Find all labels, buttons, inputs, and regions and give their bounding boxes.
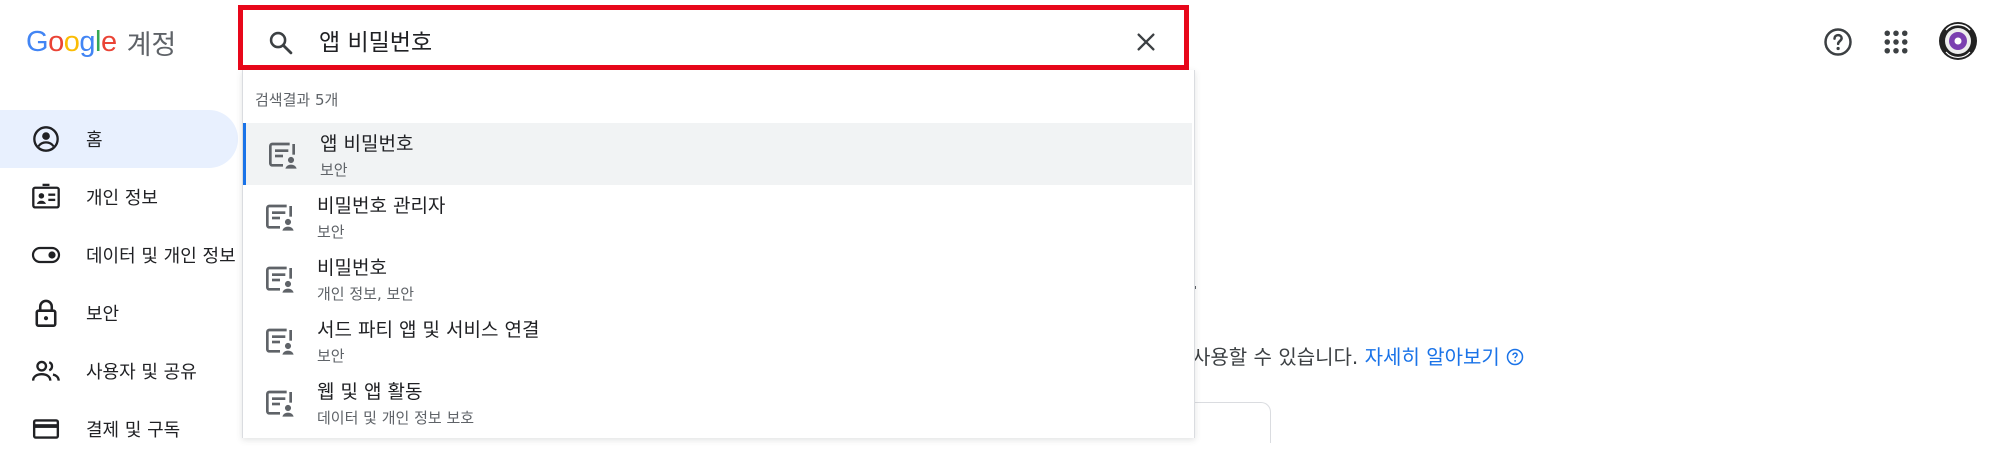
sidebar-item-home[interactable]: 홈 — [0, 110, 238, 168]
sidebar-item-label: 데이터 및 개인 정보 — [86, 246, 236, 267]
help-icon[interactable] — [1823, 27, 1853, 57]
help-outline-icon[interactable] — [1506, 348, 1524, 366]
info-text-body: 사용할 수 있습니다. — [1192, 345, 1359, 369]
clear-search-button[interactable] — [1130, 26, 1162, 58]
result-title: 웹 및 앱 활동 — [317, 381, 423, 403]
sidebar-item-personal-info[interactable]: 개인 정보 — [0, 168, 240, 226]
sidebar-item-label: 홈 — [86, 130, 103, 151]
search-input[interactable] — [319, 24, 1079, 56]
account-circle-icon — [31, 124, 61, 154]
product-name: 계정 — [126, 29, 177, 61]
result-count: 검색결과 5개 — [255, 91, 339, 109]
sidebar-item-data-privacy[interactable]: 데이터 및 개인 정보 — [0, 226, 240, 284]
info-text: 사용할 수 있습니다. 자세히 알아보기 — [1192, 341, 1524, 370]
result-category: 데이터 및 개인 정보 보호 — [317, 409, 475, 427]
search-box[interactable] — [238, 5, 1189, 70]
credit-card-icon — [31, 414, 61, 444]
avatar[interactable] — [1938, 21, 1978, 61]
settings-page-icon — [266, 390, 294, 417]
search-result-item[interactable]: 비밀번호 관리자 보안 — [243, 185, 1192, 247]
google-account-logo[interactable]: Google 계정 — [26, 22, 176, 62]
result-category: 개인 정보, 보안 — [317, 285, 415, 303]
settings-page-icon — [269, 142, 297, 169]
learn-more-link[interactable]: 자세히 알아보기 — [1365, 345, 1500, 369]
settings-page-icon — [266, 328, 294, 355]
people-icon — [31, 356, 61, 386]
sidebar-item-people-sharing[interactable]: 사용자 및 공유 — [0, 342, 240, 400]
lock-icon — [31, 298, 61, 328]
result-category: 보안 — [320, 161, 348, 179]
sidebar-item-security[interactable]: 보안 — [0, 284, 240, 342]
search-result-item[interactable]: 비밀번호 개인 정보, 보안 — [243, 247, 1192, 309]
sidebar-item-label: 결제 및 구독 — [86, 420, 181, 441]
settings-page-icon — [266, 204, 294, 231]
result-category: 보안 — [317, 347, 345, 365]
close-icon — [1137, 33, 1155, 51]
search-results-dropdown: 검색결과 5개 앱 비밀번호 보안 비밀번호 관리자 보안 비밀번호 개인 정보… — [242, 70, 1195, 438]
content-card — [1188, 402, 1271, 443]
sidebar-item-label: 보안 — [86, 304, 120, 325]
id-card-icon — [31, 182, 61, 212]
search-icon[interactable] — [267, 29, 295, 57]
result-category: 보안 — [317, 223, 345, 241]
google-wordmark: Google — [26, 25, 117, 58]
sidebar-item-label: 사용자 및 공유 — [86, 362, 197, 383]
settings-page-icon — [266, 266, 294, 293]
sidebar-item-label: 개인 정보 — [86, 188, 158, 209]
toggle-icon — [31, 240, 61, 270]
result-title: 비밀번호 관리자 — [317, 195, 446, 217]
sidebar-item-payments[interactable]: 결제 및 구독 — [0, 400, 240, 458]
result-title: 서드 파티 앱 및 서비스 연결 — [317, 319, 540, 341]
result-title: 비밀번호 — [317, 257, 387, 279]
result-title: 앱 비밀번호 — [320, 133, 414, 155]
search-result-item[interactable]: 웹 및 앱 활동 데이터 및 개인 정보 보호 — [243, 371, 1192, 433]
search-result-item[interactable]: 앱 비밀번호 보안 — [243, 123, 1192, 185]
google-apps-icon[interactable] — [1881, 27, 1911, 57]
search-result-item[interactable]: 서드 파티 앱 및 서비스 연결 보안 — [243, 309, 1192, 371]
